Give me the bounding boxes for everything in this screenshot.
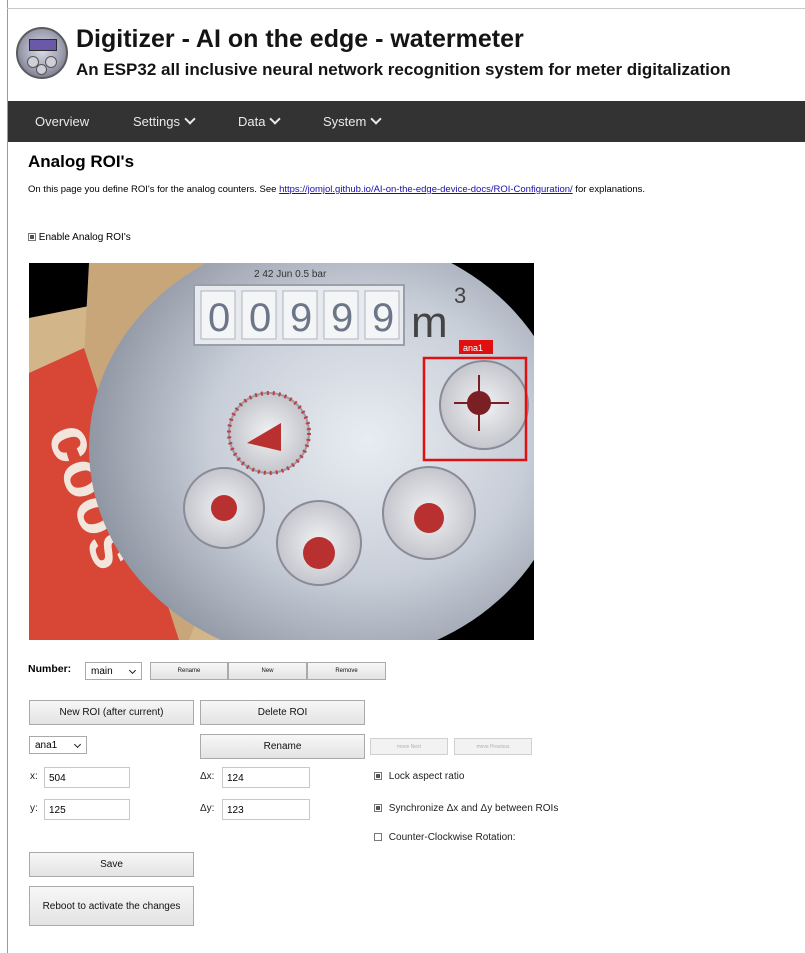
intro-text-start: On this page you define ROI's for the an… — [28, 184, 280, 195]
ccw-label: Counter-Clockwise Rotation: — [388, 832, 516, 843]
delete-roi-button[interactable]: Delete ROI — [200, 700, 365, 725]
meter-digit: 9 — [372, 296, 394, 340]
sync-option: Synchronize Δx and Δy between ROIs — [374, 803, 558, 814]
meter-digit: 9 — [290, 296, 312, 340]
chevron-down-icon — [184, 113, 196, 125]
chevron-down-icon — [73, 740, 82, 749]
dx-label: Δx: — [200, 771, 215, 782]
nav-system-label: System — [323, 114, 367, 129]
new-roi-button[interactable]: New ROI (after current) — [29, 700, 194, 725]
nav-data-label: Data — [238, 114, 266, 129]
enable-analog-row: Enable Analog ROI's — [28, 232, 131, 243]
lock-aspect-label: Lock aspect ratio — [388, 771, 465, 782]
dx-input[interactable]: 124 — [222, 767, 310, 788]
sync-checkbox[interactable] — [374, 804, 382, 812]
roi-label: ana1 — [463, 343, 483, 353]
save-button[interactable]: Save — [29, 852, 194, 877]
move-previous-button[interactable]: move Previous — [454, 738, 532, 755]
meter-unit: m — [411, 298, 448, 347]
main-navigation: Overview Settings Data System — [8, 101, 805, 142]
x-label: x: — [30, 771, 38, 782]
rename-roi-button[interactable]: Rename — [200, 734, 365, 759]
lock-aspect-option: Lock aspect ratio — [374, 771, 464, 782]
number-row: Number: — [28, 663, 71, 675]
meter-top-marks: 2 42 Jun 0.5 bar — [254, 269, 327, 280]
app-logo — [16, 27, 68, 79]
chevron-down-icon — [269, 113, 282, 125]
nav-settings[interactable]: Settings — [133, 101, 196, 142]
number-select[interactable]: main — [85, 662, 142, 680]
y-label: y: — [30, 803, 38, 814]
x-input[interactable]: 504 — [44, 767, 130, 788]
lock-aspect-checkbox[interactable] — [374, 772, 382, 780]
meter-digit: 0 — [249, 296, 271, 340]
ccw-checkbox[interactable] — [374, 833, 382, 841]
docs-link[interactable]: https://jomjol.github.io/AI-on-the-edge-… — [279, 184, 573, 195]
page-frame-left — [7, 0, 8, 953]
intro-text: On this page you define ROI's for the an… — [28, 184, 788, 196]
sync-label: Synchronize Δx and Δy between ROIs — [388, 803, 559, 814]
enable-analog-label: Enable Analog ROI's — [38, 232, 131, 243]
camera-image[interactable]: coos 2 42 Jun 0.5 bar 00999 m 3 ana1 — [29, 263, 534, 640]
nav-overview-label: Overview — [35, 114, 90, 129]
ccw-option: Counter-Clockwise Rotation: — [374, 832, 516, 843]
nav-data[interactable]: Data — [238, 101, 282, 142]
intro-text-end: for explanations. — [572, 184, 646, 195]
dy-input[interactable]: 123 — [222, 799, 310, 820]
roi-select[interactable]: ana1 — [29, 736, 87, 754]
y-input[interactable]: 125 — [44, 799, 130, 820]
move-next-button[interactable]: move Next — [370, 738, 448, 755]
number-label: Number: — [28, 663, 72, 675]
number-select-value: main — [91, 666, 113, 677]
number-remove-button[interactable]: Remove — [307, 662, 386, 680]
chevron-down-icon — [370, 113, 383, 125]
meter-unit-exponent: 3 — [454, 283, 466, 308]
nav-settings-label: Settings — [133, 114, 180, 129]
number-new-button[interactable]: New — [228, 662, 307, 680]
reboot-button[interactable]: Reboot to activate the changes — [29, 886, 194, 926]
header: Digitizer - AI on the edge - watermeter … — [14, 22, 804, 92]
page-frame-top — [7, 8, 805, 9]
meter-digit: 0 — [208, 296, 230, 340]
enable-analog-checkbox[interactable] — [28, 233, 36, 241]
nav-system[interactable]: System — [323, 101, 383, 142]
nav-overview[interactable]: Overview — [35, 101, 89, 142]
dy-label: Δy: — [200, 803, 215, 814]
number-rename-button[interactable]: Rename — [150, 662, 228, 680]
app-title: Digitizer - AI on the edge - watermeter — [76, 25, 524, 53]
meter-digit: 9 — [331, 296, 353, 340]
chevron-down-icon — [128, 666, 137, 675]
page-title: Analog ROI's — [28, 152, 135, 171]
app-subtitle: An ESP32 all inclusive neural network re… — [76, 60, 731, 79]
roi-select-value: ana1 — [35, 740, 58, 751]
